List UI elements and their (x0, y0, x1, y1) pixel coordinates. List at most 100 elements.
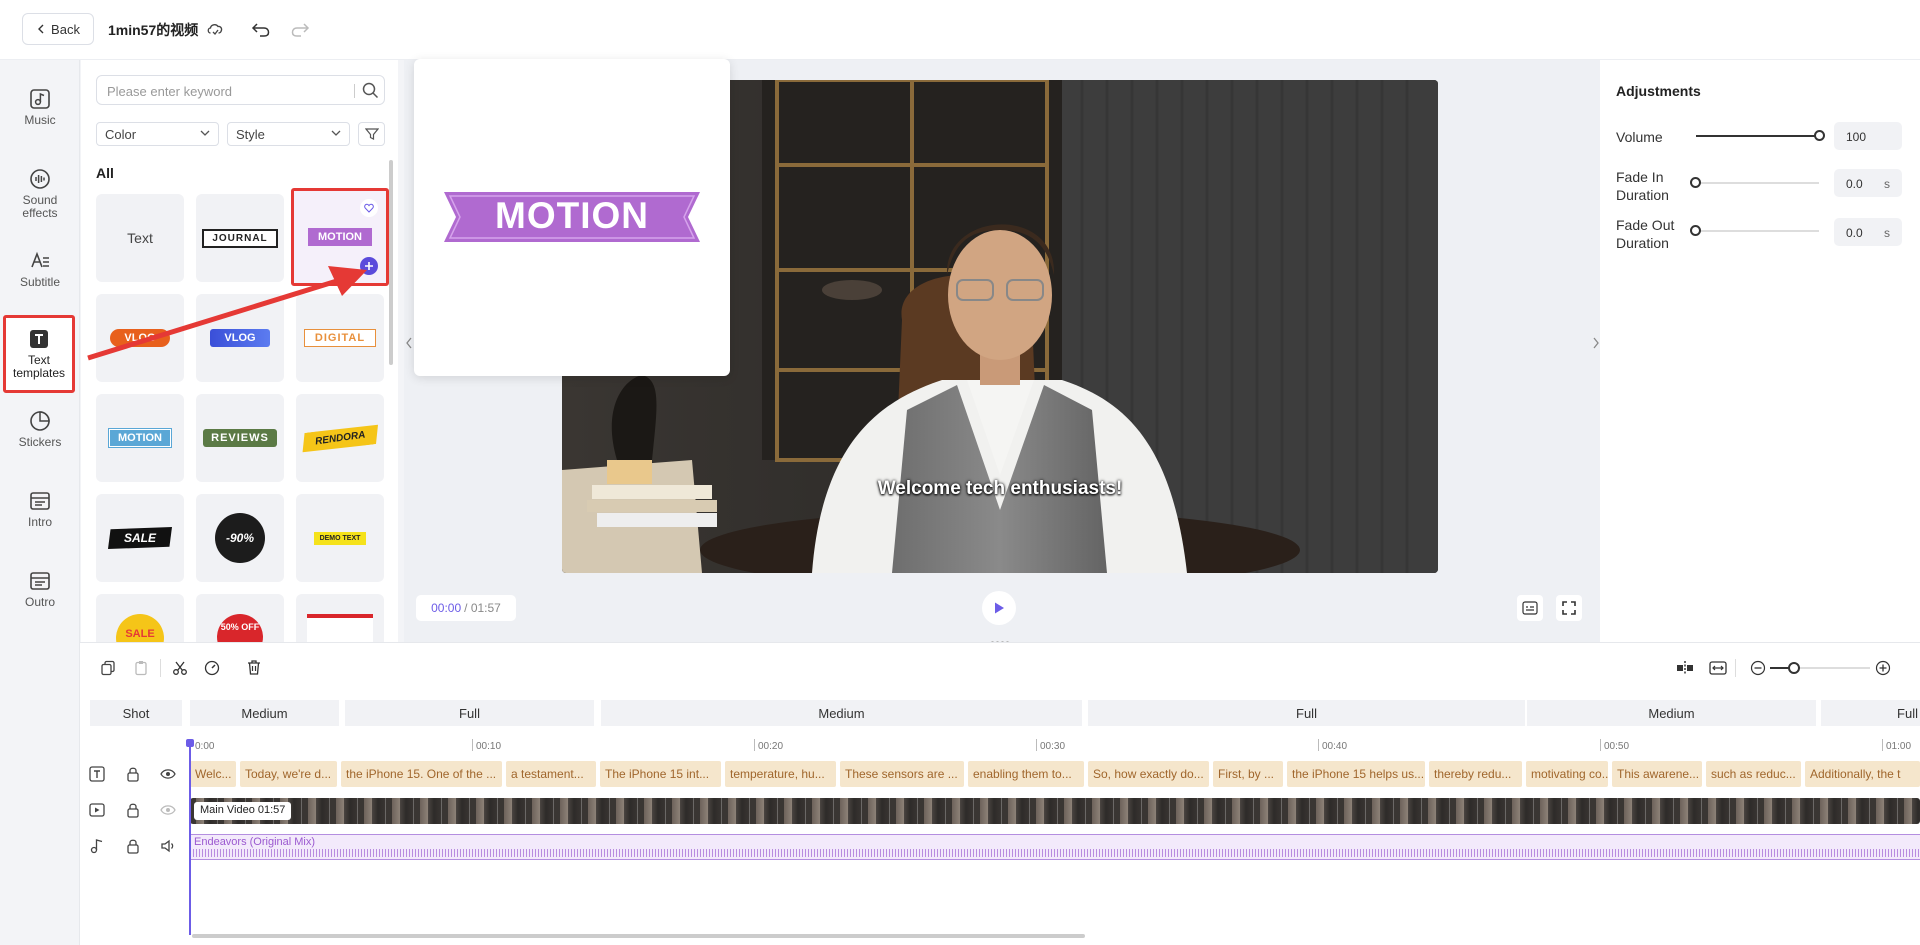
template-news-card (307, 614, 373, 642)
nav-item-sound-effects[interactable]: Sound effects (0, 168, 80, 238)
nav-item-stickers[interactable]: Stickers (0, 410, 80, 480)
filter-button[interactable] (358, 122, 385, 146)
speed-icon[interactable] (204, 660, 220, 676)
nav-item-text-templates[interactable]: Text templates (3, 315, 75, 393)
nav-item-music[interactable]: Music (0, 88, 80, 158)
template-50-off[interactable]: 50% OFF (196, 594, 284, 642)
template-news[interactable] (296, 594, 384, 642)
fullscreen-button[interactable] (1556, 595, 1582, 621)
back-button[interactable]: Back (22, 13, 94, 45)
template-sale-circle[interactable]: SALE (96, 594, 184, 642)
ruler-label: 00:30 (1040, 741, 1066, 752)
caption-clip[interactable]: a testament... (506, 761, 596, 787)
zoom-out-icon[interactable] (1750, 660, 1766, 676)
nav-item-intro[interactable]: Intro (0, 490, 80, 560)
fade-in-slider-handle[interactable] (1690, 177, 1701, 188)
eye-icon[interactable] (158, 764, 178, 784)
template-label: SALE (116, 614, 164, 642)
fade-in-slider-track[interactable] (1696, 182, 1819, 184)
eye-icon[interactable] (158, 800, 178, 820)
caption-clip[interactable]: First, by ... (1213, 761, 1283, 787)
fade-out-slider-track[interactable] (1696, 230, 1819, 232)
template-rendora[interactable]: RENDORA (296, 394, 384, 482)
template-reviews[interactable]: REVIEWS (196, 394, 284, 482)
redo-icon[interactable] (290, 20, 310, 38)
subtitle-icon (31, 251, 49, 268)
section-title: All (96, 165, 114, 181)
play-button[interactable] (982, 591, 1016, 625)
volume-slider-track[interactable] (1696, 135, 1819, 137)
fade-out-slider-handle[interactable] (1690, 225, 1701, 236)
caption-clip[interactable]: The iPhone 15 int... (600, 761, 721, 787)
shot-segment[interactable]: Full (1821, 700, 1920, 726)
volume-input[interactable]: 100 (1834, 122, 1902, 150)
copy-icon[interactable] (100, 660, 116, 676)
shot-segment[interactable]: Full (345, 700, 594, 726)
caption-clip[interactable]: Today, we're d... (240, 761, 337, 787)
speaker-icon[interactable] (158, 836, 178, 856)
shot-segment[interactable]: Medium (1527, 700, 1816, 726)
video-subtitle: Welcome tech enthusiasts! (877, 478, 1123, 499)
timeline-scrollbar[interactable] (192, 934, 1085, 938)
captions-toggle-button[interactable] (1517, 595, 1543, 621)
style-select[interactable]: Style (227, 122, 350, 146)
shot-segment[interactable]: Medium (601, 700, 1082, 726)
undo-icon[interactable] (251, 20, 271, 38)
playhead-handle[interactable] (186, 739, 194, 747)
main-video-clip[interactable]: Main Video 01:57 (190, 798, 1920, 824)
zoom-in-icon[interactable] (1875, 660, 1891, 676)
split-scissors-icon[interactable] (172, 660, 188, 676)
fade-in-input[interactable]: 0.0 s (1834, 169, 1902, 197)
caption-clip[interactable]: the iPhone 15. One of the ... (341, 761, 502, 787)
color-select-label: Color (105, 127, 137, 142)
fade-out-input[interactable]: 0.0 s (1834, 218, 1902, 246)
snap-icon[interactable] (1676, 660, 1694, 676)
shot-segment[interactable]: Full (1088, 700, 1525, 726)
caption-clip[interactable]: such as reduc... (1706, 761, 1801, 787)
caption-clip[interactable]: Additionally, the t (1805, 761, 1920, 787)
template-sale-brush[interactable]: SALE (96, 494, 184, 582)
nav-label: Text templates (12, 353, 66, 380)
lock-icon[interactable] (123, 800, 143, 820)
shot-segment[interactable]: Medium (190, 700, 339, 726)
caption-clip[interactable]: enabling them to... (968, 761, 1084, 787)
nav-item-outro[interactable]: Outro (0, 570, 80, 640)
caption-clip[interactable]: the iPhone 15 helps us... (1287, 761, 1425, 787)
favorite-button[interactable] (360, 199, 378, 217)
template-label: REVIEWS (203, 429, 277, 447)
caption-clip[interactable]: motivating co... (1526, 761, 1608, 787)
template-demo-text[interactable]: DEMO TEXT (296, 494, 384, 582)
search-icon[interactable] (362, 82, 379, 99)
caption-clip[interactable]: Welc... (190, 761, 236, 787)
audio-clip[interactable]: Endeavors (Original Mix) (190, 834, 1920, 860)
paste-icon[interactable] (133, 660, 149, 676)
lock-icon[interactable] (123, 764, 143, 784)
caption-clip[interactable]: These sensors are ... (840, 761, 964, 787)
nav-label: Subtitle (19, 275, 61, 289)
volume-label: Volume (1616, 129, 1663, 145)
template-motion-blue[interactable]: MOTION (96, 394, 184, 482)
search-input[interactable]: Please enter keyword (96, 75, 385, 105)
adjustments-title: Adjustments (1616, 83, 1701, 99)
ruler-label: 01:00 (1886, 741, 1912, 752)
caption-clip[interactable]: thereby redu... (1429, 761, 1522, 787)
total-time: / 01:57 (464, 601, 501, 615)
volume-slider-handle[interactable] (1814, 130, 1825, 141)
nav-label: Stickers (18, 435, 62, 449)
nav-item-subtitle[interactable]: Subtitle (0, 250, 80, 320)
project-title[interactable]: 1min57的视频 (108, 20, 198, 40)
caption-clip[interactable]: So, how exactly do... (1088, 761, 1209, 787)
playhead[interactable] (189, 743, 191, 935)
caption-clip[interactable]: This awarene... (1612, 761, 1702, 787)
delete-icon[interactable] (246, 659, 262, 676)
search-placeholder: Please enter keyword (107, 84, 233, 99)
intro-icon (30, 492, 50, 510)
caption-clip[interactable]: temperature, hu... (725, 761, 836, 787)
zoom-slider-handle[interactable] (1788, 662, 1800, 674)
template-minus-90[interactable]: -90% (196, 494, 284, 582)
color-select[interactable]: Color (96, 122, 219, 146)
ruler-label: 00:40 (1322, 741, 1348, 752)
lock-icon[interactable] (123, 836, 143, 856)
collapse-left-icon[interactable] (404, 336, 414, 350)
fit-timeline-icon[interactable] (1709, 660, 1727, 676)
